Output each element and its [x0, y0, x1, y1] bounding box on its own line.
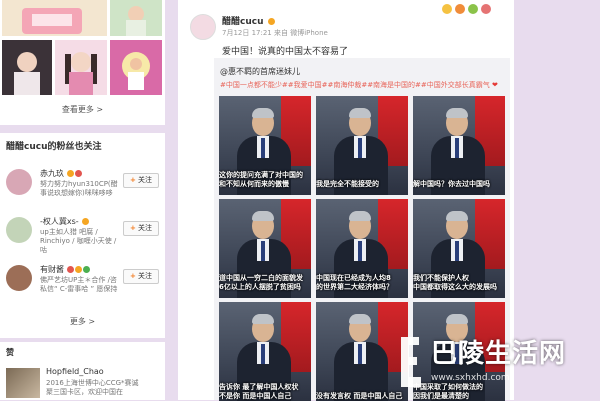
user-name[interactable]: -权人冀xs- [40, 216, 89, 227]
post-image[interactable]: 解中国吗？你去过中国吗 [413, 96, 505, 195]
image-caption: 这你的提问充满了对中国的 和不知从何而来的傲慢 [219, 171, 303, 188]
album-photo[interactable] [55, 40, 107, 95]
site-logo-icon [401, 337, 421, 387]
album-photo[interactable] [110, 0, 162, 36]
site-watermark: 巴陵生活网 www.sxhxhd.com [397, 327, 600, 400]
user-description: 努力努力hyun310CP(醋 事说玖想嫁你)咪咪哆哆 [40, 180, 118, 197]
image-caption: 中国现在已经成为人均8 的世界第二大经济体吗？ [316, 274, 393, 291]
left-sidebar: 查看更多 > 醋醋cucu的粉丝也关注 赤九玖 努力努力hyun310CP(醋事… [0, 0, 165, 400]
author-avatar[interactable] [190, 14, 216, 40]
recommended-user: 赤九玖 努力努力hyun310CP(醋 事说玖想嫁你)咪咪哆哆 + 关注 [6, 169, 161, 214]
user-name[interactable]: Hopfield_Chao [46, 367, 104, 376]
verified-badges [66, 265, 90, 274]
post-image[interactable]: 这你的提问充满了对中国的 和不知从何而来的傲慢 [219, 96, 311, 195]
post-image[interactable]: 我们不能保护人权 中国都取得这么大的发展吗 [413, 199, 505, 298]
heart-icon: ❤ [492, 81, 498, 89]
image-caption: 我们不能保护人权 中国都取得这么大的发展吗 [413, 274, 497, 291]
post-image[interactable]: 没有发言权 而是中国人自己 [316, 302, 408, 401]
repost-tags[interactable]: #中国一点都不能少##我爱中国##南海仲裁##南海是中国的##中国外交部长真霸气… [220, 80, 510, 90]
user-description: 佛严艺坊UP主＊合作 /咨 私信“ C-雷事哈 ” 愿保持 [40, 276, 118, 293]
verified-badges [66, 169, 82, 178]
avatar[interactable] [6, 169, 32, 195]
avatar[interactable] [6, 265, 32, 291]
user-name[interactable]: 有财酱 [40, 264, 90, 275]
follow-button[interactable]: + 关注 [123, 173, 159, 188]
avatar[interactable] [6, 217, 32, 243]
image-caption: 告诉你 最了解中国人权状 不是你 而是中国人自己 [219, 383, 299, 400]
emoji-icon[interactable] [455, 4, 465, 14]
plus-icon: + [129, 272, 136, 280]
verified-badges [81, 217, 89, 226]
image-caption: 解中国吗？你去过中国吗 [413, 180, 490, 188]
user-name[interactable]: 赤九玖 [40, 168, 82, 179]
album-photo[interactable] [110, 40, 162, 95]
repost-author[interactable]: @惠不羁的首席迷妹儿 [220, 66, 300, 77]
panel-title: 醋醋cucu的粉丝也关注 [6, 142, 102, 152]
likes-panel: 赞 Hopfield_Chao 2016上海世博中心CCG*赛诚 聚三国卡区，欢迎… [0, 342, 165, 400]
panel-title: 赞 [6, 348, 14, 357]
more-fans-link[interactable]: 更多 > [0, 316, 165, 327]
post-text: 爱中国！说真的中国太不容易了 [222, 47, 349, 57]
image-caption: 我是完全不能接受的 [316, 180, 379, 188]
more-photos-link[interactable]: 查看更多 > [0, 104, 165, 115]
vip-badge-icon [267, 18, 275, 25]
post-meta: 7月12日 17:21 来自 微博iPhone [222, 29, 328, 37]
post-image[interactable]: 道中国从一穷二白的面貌发 6亿以上的人摆脱了贫困吗 [219, 199, 311, 298]
image-caption: 道中国从一穷二白的面貌发 6亿以上的人摆脱了贫困吗 [219, 274, 303, 291]
user-description: 2016上海世博中心CCG*赛诚 聚三国卡区，欢迎中国在 [46, 379, 139, 396]
user-description: up主如人猎 吧腐 / Rinchiyo / 咖喱小天使 / 咕 [40, 228, 117, 254]
post-top-icons [439, 4, 514, 18]
emoji-icon[interactable] [442, 4, 452, 14]
avatar[interactable] [6, 368, 40, 398]
emoji-icon[interactable] [468, 4, 478, 14]
emoji-icon[interactable] [481, 4, 491, 14]
post-image[interactable]: 中国现在已经成为人均8 的世界第二大经济体吗？ [316, 199, 408, 298]
album-photo[interactable] [2, 0, 107, 36]
post-image[interactable]: 我是完全不能接受的 [316, 96, 408, 195]
author-name[interactable]: 醋醋cucu [222, 14, 275, 27]
recommended-user: -权人冀xs- up主如人猎 吧腐 / Rinchiyo / 咖喱小天使 / 咕 … [6, 217, 161, 262]
follow-button[interactable]: + 关注 [123, 221, 159, 236]
photo-album: 查看更多 > [0, 0, 165, 125]
recommended-user: 有财酱 佛严艺坊UP主＊合作 /咨 私信“ C-雷事哈 ” 愿保持 + 关注 [6, 265, 161, 310]
album-photo[interactable] [2, 40, 52, 95]
post-image[interactable]: 告诉你 最了解中国人权状 不是你 而是中国人自己 [219, 302, 311, 401]
watermark-url: www.sxhxhd.com [431, 373, 510, 383]
fans-also-follow-panel: 醋醋cucu的粉丝也关注 赤九玖 努力努力hyun310CP(醋 事说玖想嫁你)咪… [0, 133, 165, 338]
plus-icon: + [129, 176, 136, 184]
plus-icon: + [129, 224, 136, 232]
watermark-text: 巴陵生活网 [431, 339, 567, 369]
follow-button[interactable]: + 关注 [123, 269, 159, 284]
